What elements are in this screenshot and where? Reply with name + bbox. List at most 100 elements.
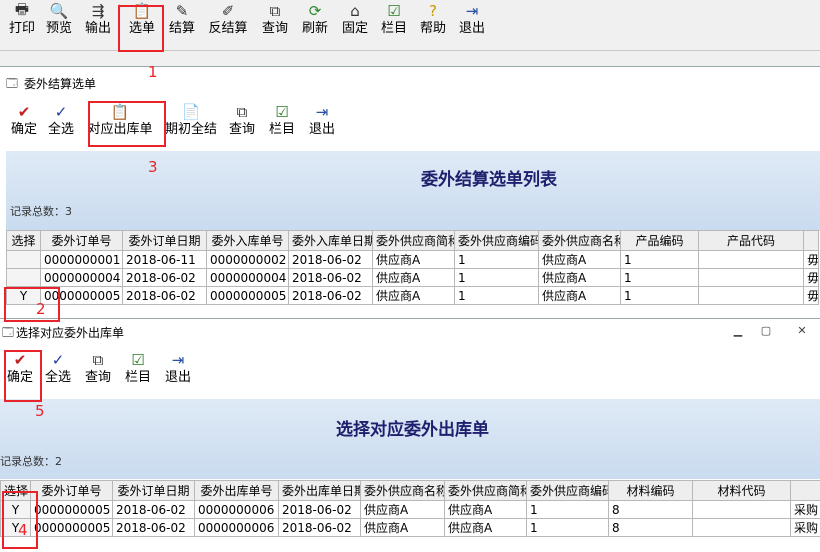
column-header[interactable]: 委外供应商简称 <box>445 481 527 501</box>
column-header[interactable]: 委外供应商编码 <box>455 231 539 251</box>
outbound-select-table: 选择委外订单号委外订单日期委外出库单号委外出库单日期委外供应商名称委外供应商简称… <box>0 480 820 537</box>
toolbar-button-label: 退出 <box>459 21 485 37</box>
toolbar-button-9[interactable]: ☑栏目 <box>375 0 413 37</box>
table-row[interactable]: 00000000012018-06-1100000000022018-06-02… <box>7 251 819 269</box>
table-row[interactable]: Y00000000052018-06-0200000000062018-06-0… <box>1 519 820 537</box>
help-icon: ? <box>424 2 442 20</box>
toolbar-button-4[interactable]: ⇥退出 <box>158 349 198 397</box>
maximize-button[interactable]: ▢ <box>754 322 778 339</box>
toolbar-button-label: 结算 <box>169 21 195 37</box>
toolbar-button-label: 刷新 <box>302 21 328 37</box>
table-cell: 毋 <box>804 251 819 269</box>
column-header[interactable] <box>804 231 819 251</box>
column-header[interactable]: 委外供应商名称 <box>361 481 445 501</box>
toolbar-button-label: 全选 <box>45 370 71 386</box>
toolbar-button-5[interactable]: ☑栏目 <box>262 101 302 149</box>
toolbar-button-4[interactable]: ✎结算 <box>163 0 201 37</box>
table-cell: 1 <box>455 269 539 287</box>
table-row[interactable]: 00000000042018-06-0200000000042018-06-02… <box>7 269 819 287</box>
table-cell: 2018-06-02 <box>289 251 373 269</box>
table-cell: 8 <box>609 501 693 519</box>
column-header[interactable]: 委外订单日期 <box>113 481 195 501</box>
column-header[interactable]: 委外订单号 <box>41 231 123 251</box>
toolbar-button-label: 栏目 <box>381 21 407 37</box>
annotation-box-2 <box>4 287 60 322</box>
window-icon: 🗔 <box>6 75 18 94</box>
toolbar-button-label: 帮助 <box>420 21 446 37</box>
annotation-box-1 <box>118 5 164 52</box>
toolbar-button-2[interactable]: ⇶输出 <box>78 0 118 37</box>
column-header[interactable]: 产品编码 <box>621 231 699 251</box>
toolbar-button-6[interactable]: ⇥退出 <box>302 101 342 149</box>
column-header[interactable] <box>791 481 820 501</box>
column-header[interactable]: 委外出库单号 <box>195 481 279 501</box>
toolbar-button-label: 全选 <box>48 122 74 138</box>
record-count: 记录总数：2 <box>0 453 62 469</box>
toolbar-button-0[interactable]: 🖶打印 <box>4 0 40 37</box>
column-header[interactable]: 委外入库单号 <box>207 231 289 251</box>
column-header[interactable]: 委外出库单日期 <box>279 481 361 501</box>
table-row[interactable]: Y00000000052018-06-0200000000062018-06-0… <box>1 501 820 519</box>
window-icon: 🗔 <box>2 324 14 343</box>
column-header[interactable]: 委外入库单日期 <box>289 231 373 251</box>
toolbar-button-1[interactable]: ✓全选 <box>42 101 80 149</box>
table-cell <box>699 269 804 287</box>
toolbar-button-6[interactable]: ⧉查询 <box>255 0 295 37</box>
column-header[interactable]: 委外供应商简称 <box>373 231 455 251</box>
minimize-button[interactable]: ▁ <box>726 322 750 339</box>
toolbar-button-label: 查询 <box>85 370 111 386</box>
table-cell: 2018-06-11 <box>123 251 207 269</box>
table-cell: 采购 <box>791 501 820 519</box>
pin-icon: ⌂ <box>346 2 364 20</box>
column-header[interactable]: 产品代码 <box>699 231 804 251</box>
table-cell <box>693 501 791 519</box>
toolbar-button-label: 查询 <box>262 21 288 37</box>
column-header[interactable]: 委外订单号 <box>31 481 113 501</box>
settle-icon: ✎ <box>173 2 191 20</box>
annotation-number-2: 2 <box>36 300 46 318</box>
close-button[interactable]: ✕ <box>790 322 814 339</box>
binoculars-icon: ⧉ <box>233 103 251 121</box>
toolbar-button-11[interactable]: ⇥退出 <box>453 0 491 37</box>
toolbar-button-8[interactable]: ⌂固定 <box>335 0 375 37</box>
toolbar-button-label: 打印 <box>9 21 35 37</box>
export-icon: ⇶ <box>89 2 107 20</box>
table-cell: 毋 <box>804 287 819 305</box>
table-cell: 0000000005 <box>207 287 289 305</box>
column-header[interactable]: 委外订单日期 <box>123 231 207 251</box>
table-cell: 1 <box>621 287 699 305</box>
toolbar-button-1[interactable]: ✓全选 <box>38 349 78 397</box>
toolbar-button-0[interactable]: ✔确定 <box>6 101 42 149</box>
select-cell[interactable] <box>7 251 41 269</box>
table-cell: 8 <box>609 519 693 537</box>
select-cell[interactable] <box>7 269 41 287</box>
preview-icon: 🔍 <box>50 2 68 20</box>
table-cell: 2018-06-02 <box>123 269 207 287</box>
table-cell: 0000000006 <box>195 501 279 519</box>
column-header[interactable]: 选择 <box>7 231 41 251</box>
table-cell: 供应商A <box>361 501 445 519</box>
toolbar-button-7[interactable]: ⟳刷新 <box>295 0 335 37</box>
toolbar-button-5[interactable]: ✐反结算 <box>201 0 255 37</box>
table-cell: 供应商A <box>373 251 455 269</box>
toolbar-button-2[interactable]: ⧉查询 <box>78 349 118 397</box>
table-row[interactable]: Y00000000052018-06-0200000000052018-06-0… <box>7 287 819 305</box>
toolbar-button-3[interactable]: 📄期初全结 <box>160 101 222 149</box>
select-all-icon: ✓ <box>49 351 67 369</box>
toolbar-button-1[interactable]: 🔍预览 <box>40 0 78 37</box>
column-header[interactable]: 委外供应商编码 <box>527 481 609 501</box>
toolbar-button-label: 确定 <box>11 122 37 138</box>
table-header-row: 选择委外订单号委外订单日期委外出库单号委外出库单日期委外供应商名称委外供应商简称… <box>1 481 820 501</box>
column-header[interactable]: 委外供应商名称 <box>539 231 621 251</box>
columns-icon: ☑ <box>129 351 147 369</box>
column-header[interactable]: 材料代码 <box>693 481 791 501</box>
exit-icon: ⇥ <box>313 103 331 121</box>
toolbar-button-10[interactable]: ?帮助 <box>413 0 453 37</box>
table-cell: 供应商A <box>539 287 621 305</box>
columns-icon: ☑ <box>385 2 403 20</box>
table-cell: 1 <box>527 519 609 537</box>
column-header[interactable]: 材料编码 <box>609 481 693 501</box>
window1-title: 委外结算选单 <box>24 75 96 92</box>
toolbar-button-4[interactable]: ⧉查询 <box>222 101 262 149</box>
toolbar-button-3[interactable]: ☑栏目 <box>118 349 158 397</box>
